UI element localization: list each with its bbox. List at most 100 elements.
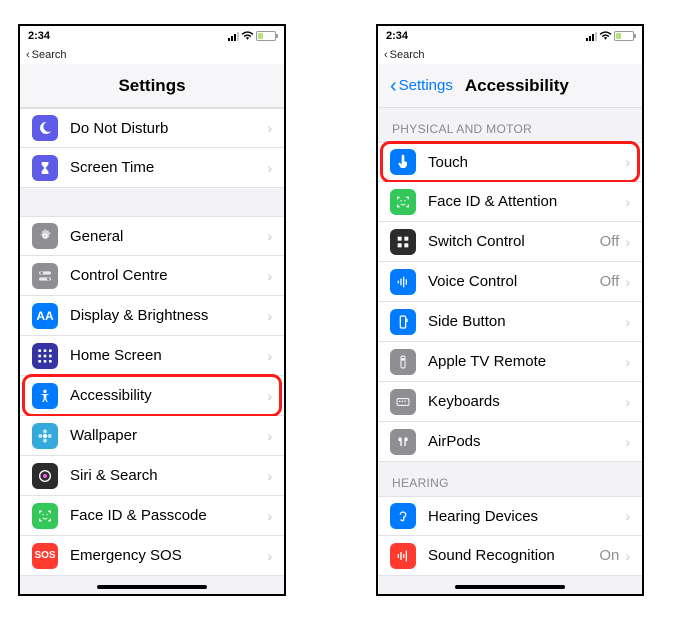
access-row-airpods[interactable]: AirPods › — [378, 422, 642, 462]
settings-row-screen-time[interactable]: Screen Time › — [20, 148, 284, 188]
chevron-right-icon: › — [267, 348, 272, 364]
chevron-right-icon: › — [267, 308, 272, 324]
ear-icon — [390, 503, 416, 529]
chevron-left-icon: ‹ — [390, 76, 397, 96]
chevron-right-icon: › — [267, 268, 272, 284]
settings-row-home-screen[interactable]: Home Screen › — [20, 336, 284, 376]
moon-icon — [32, 115, 58, 141]
settings-list[interactable]: Do Not Disturb › Screen Time › General ›… — [20, 108, 284, 594]
settings-row-siri-search[interactable]: Siri & Search › — [20, 456, 284, 496]
settings-row-do-not-disturb[interactable]: Do Not Disturb › — [20, 108, 284, 148]
settings-row-display-brightness[interactable]: AA Display & Brightness › — [20, 296, 284, 336]
settings-row-general[interactable]: General › — [20, 216, 284, 256]
signal-icon — [586, 32, 597, 41]
access-row-touch[interactable]: Touch › — [378, 142, 642, 182]
back-search-link[interactable]: ‹ Search — [20, 46, 284, 64]
chevron-right-icon: › — [625, 548, 630, 564]
battery-icon — [614, 31, 634, 41]
status-bar: 2:34 — [20, 26, 284, 46]
home-indicator[interactable] — [97, 585, 207, 589]
row-label: Accessibility — [70, 387, 267, 404]
access-row-sound-recognition[interactable]: Sound Recognition On › — [378, 536, 642, 576]
side-icon — [390, 309, 416, 335]
row-label: Screen Time — [70, 159, 267, 176]
soundrec-icon — [390, 543, 416, 569]
access-row-face-id-attention[interactable]: Face ID & Attention › — [378, 182, 642, 222]
row-label: Touch — [428, 154, 625, 171]
switch-icon — [390, 229, 416, 255]
chevron-right-icon: › — [625, 394, 630, 410]
section-header-physical: PHYSICAL AND MOTOR — [378, 108, 642, 142]
row-label: Control Centre — [70, 267, 267, 284]
row-label: Siri & Search — [70, 467, 267, 484]
wifi-icon — [599, 31, 612, 41]
row-label: AirPods — [428, 433, 625, 450]
row-label: Display & Brightness — [70, 307, 267, 324]
tvremote-icon — [390, 349, 416, 375]
row-label: Do Not Disturb — [70, 120, 267, 137]
aa-icon: AA — [32, 303, 58, 329]
settings-row-control-centre[interactable]: Control Centre › — [20, 256, 284, 296]
grid-icon — [32, 343, 58, 369]
row-detail: Off — [600, 233, 620, 250]
chevron-right-icon: › — [625, 194, 630, 210]
access-row-side-button[interactable]: Side Button › — [378, 302, 642, 342]
chevron-right-icon: › — [625, 434, 630, 450]
row-detail: On — [599, 547, 619, 564]
nav-title: Accessibility — [465, 76, 569, 96]
accessibility-screen: 2:34 ‹ Search ‹ Settings Accessibility P… — [376, 24, 644, 596]
airpods-icon — [390, 429, 416, 455]
row-label: Emergency SOS — [70, 547, 267, 564]
row-label: General — [70, 228, 267, 245]
chevron-right-icon: › — [625, 234, 630, 250]
chevron-right-icon: › — [267, 508, 272, 524]
battery-icon — [256, 31, 276, 41]
settings-row-wallpaper[interactable]: Wallpaper › — [20, 416, 284, 456]
navbar: ‹ Settings Accessibility — [378, 64, 642, 108]
row-label: Side Button — [428, 313, 625, 330]
back-search-link[interactable]: ‹ Search — [378, 46, 642, 64]
row-detail: Off — [600, 273, 620, 290]
row-label: Home Screen — [70, 347, 267, 364]
voice-icon — [390, 269, 416, 295]
status-time: 2:34 — [28, 30, 50, 42]
nav-back-button[interactable]: ‹ Settings — [390, 76, 453, 96]
chevron-right-icon: › — [267, 428, 272, 444]
chevron-right-icon: › — [625, 508, 630, 524]
flower-icon — [32, 423, 58, 449]
access-row-hearing-devices[interactable]: Hearing Devices › — [378, 496, 642, 536]
row-label: Sound Recognition — [428, 547, 599, 564]
access-row-switch-control[interactable]: Switch Control Off › — [378, 222, 642, 262]
home-indicator[interactable] — [455, 585, 565, 589]
settings-row-face-id-passcode[interactable]: Face ID & Passcode › — [20, 496, 284, 536]
access-row-voice-control[interactable]: Voice Control Off › — [378, 262, 642, 302]
gear-icon — [32, 223, 58, 249]
row-label: Hearing Devices — [428, 508, 625, 525]
section-header-hearing: HEARING — [378, 462, 642, 496]
chevron-right-icon: › — [267, 548, 272, 564]
signal-icon — [228, 32, 239, 41]
keyboard-icon — [390, 389, 416, 415]
settings-screen: 2:34 ‹ Search Settings Do Not Disturb › … — [18, 24, 286, 596]
touch-icon — [390, 149, 416, 175]
access-row-apple-tv-remote[interactable]: Apple TV Remote › — [378, 342, 642, 382]
chevron-right-icon: › — [267, 228, 272, 244]
row-label: Face ID & Attention — [428, 193, 625, 210]
chevron-left-icon: ‹ — [26, 49, 30, 61]
status-bar: 2:34 — [378, 26, 642, 46]
settings-row-accessibility[interactable]: Accessibility › — [20, 376, 284, 416]
status-indicators — [586, 31, 634, 41]
status-indicators — [228, 31, 276, 41]
chevron-left-icon: ‹ — [384, 49, 388, 61]
row-label: Wallpaper — [70, 427, 267, 444]
chevron-right-icon: › — [625, 154, 630, 170]
nav-title: Settings — [32, 76, 272, 96]
chevron-right-icon: › — [625, 354, 630, 370]
chevron-right-icon: › — [267, 160, 272, 176]
access-row-keyboards[interactable]: Keyboards › — [378, 382, 642, 422]
faceid-icon — [390, 189, 416, 215]
chevron-right-icon: › — [267, 388, 272, 404]
settings-row-emergency-sos[interactable]: SOS Emergency SOS › — [20, 536, 284, 576]
accessibility-list[interactable]: PHYSICAL AND MOTOR Touch › Face ID & Att… — [378, 108, 642, 594]
access-icon — [32, 383, 58, 409]
